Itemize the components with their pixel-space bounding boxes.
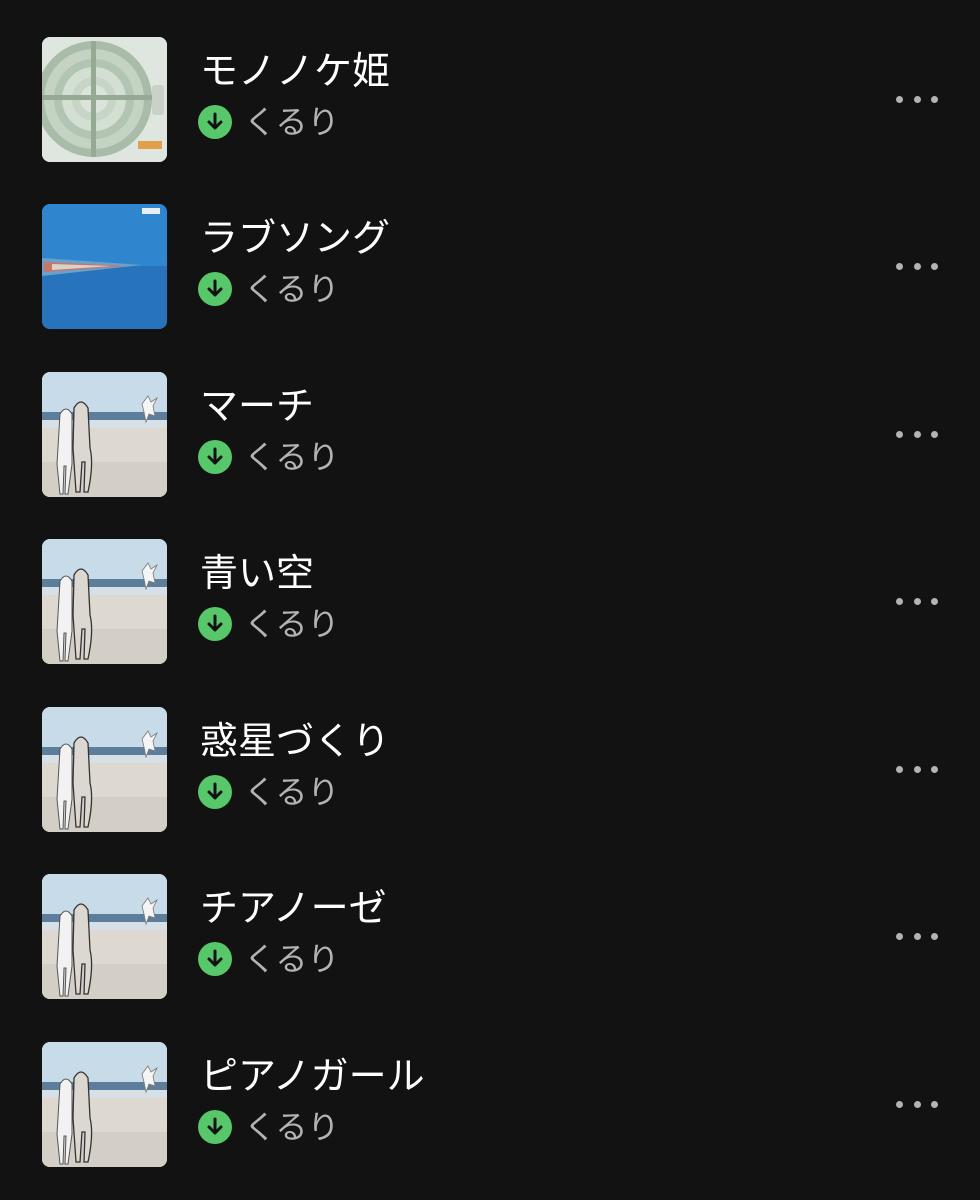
track-title: マーチ bbox=[200, 384, 315, 428]
download-arrow-icon bbox=[204, 613, 226, 635]
track-artist: くるり bbox=[244, 1108, 340, 1146]
more-options-icon[interactable] bbox=[896, 594, 938, 608]
fan-cover-image bbox=[42, 37, 167, 162]
dot bbox=[913, 765, 921, 773]
download-arrow-icon bbox=[204, 781, 226, 803]
album-cover bbox=[42, 874, 167, 999]
track-title: ピアノガール bbox=[200, 1054, 425, 1098]
downloaded-icon bbox=[198, 607, 232, 641]
artist-row: くるり bbox=[198, 937, 339, 981]
downloaded-icon bbox=[198, 1110, 232, 1144]
dot bbox=[896, 765, 903, 773]
track-title: モノノケ姫 bbox=[200, 49, 391, 93]
artist-row: くるり bbox=[198, 435, 339, 479]
blue-horizon-cover-image bbox=[42, 204, 167, 329]
beach-cover-image bbox=[42, 707, 167, 832]
track-artist: くるり bbox=[244, 773, 340, 811]
downloaded-icon bbox=[198, 942, 232, 976]
dot bbox=[896, 430, 903, 438]
dot bbox=[931, 262, 938, 270]
track-row[interactable]: モノノケ姫 くるり bbox=[0, 0, 980, 167]
track-artist: くるり bbox=[244, 438, 340, 476]
downloaded-icon bbox=[198, 440, 232, 474]
track-row[interactable]: ピアノガール くるり bbox=[0, 1005, 980, 1172]
dot bbox=[896, 95, 903, 103]
download-arrow-icon bbox=[204, 948, 226, 970]
dot bbox=[913, 1100, 921, 1108]
dot bbox=[913, 95, 921, 103]
download-arrow-icon bbox=[204, 1116, 226, 1138]
artist-row: くるり bbox=[198, 602, 339, 646]
dot bbox=[931, 765, 938, 773]
downloaded-icon bbox=[198, 775, 232, 809]
more-options-icon[interactable] bbox=[896, 427, 938, 441]
track-row[interactable]: チアノーゼ くるり bbox=[0, 837, 980, 1004]
dot bbox=[931, 430, 938, 438]
dot bbox=[931, 597, 938, 605]
track-artist: くるり bbox=[244, 940, 340, 978]
downloaded-icon bbox=[198, 105, 232, 139]
more-options-icon[interactable] bbox=[896, 929, 938, 943]
downloaded-icon bbox=[198, 272, 232, 306]
track-row[interactable]: 惑星づくり くるり bbox=[0, 670, 980, 837]
beach-cover-image bbox=[42, 539, 167, 664]
dot bbox=[896, 262, 903, 270]
artist-row: くるり bbox=[198, 770, 339, 814]
album-cover bbox=[42, 707, 167, 832]
track-list: モノノケ姫 くるり ラブソング くるり マーチ くるり 青い空 くるり 惑星づく… bbox=[0, 0, 980, 1200]
artist-row: くるり bbox=[198, 100, 339, 144]
more-options-icon[interactable] bbox=[896, 762, 938, 776]
beach-cover-image bbox=[42, 1042, 167, 1167]
more-options-icon[interactable] bbox=[896, 92, 938, 106]
download-arrow-icon bbox=[204, 278, 226, 300]
album-cover bbox=[42, 1042, 167, 1167]
track-artist: くるり bbox=[244, 605, 340, 643]
download-arrow-icon bbox=[204, 446, 226, 468]
more-options-icon[interactable] bbox=[896, 259, 938, 273]
dot bbox=[913, 262, 921, 270]
dot bbox=[896, 932, 903, 940]
album-cover bbox=[42, 372, 167, 497]
track-title: ラブソング bbox=[200, 216, 391, 260]
more-options-icon[interactable] bbox=[896, 1097, 938, 1111]
beach-cover-image bbox=[42, 372, 167, 497]
track-row[interactable]: マーチ くるり bbox=[0, 335, 980, 502]
track-title: 青い空 bbox=[200, 551, 315, 595]
track-row[interactable]: 青い空 くるり bbox=[0, 502, 980, 669]
album-cover bbox=[42, 539, 167, 664]
dot bbox=[913, 430, 921, 438]
artist-row: くるり bbox=[198, 1105, 339, 1149]
dot bbox=[931, 932, 938, 940]
dot bbox=[913, 597, 921, 605]
dot bbox=[896, 1100, 903, 1108]
album-cover bbox=[42, 37, 167, 162]
track-row[interactable]: ラブソング くるり bbox=[0, 167, 980, 334]
artist-row: くるり bbox=[198, 267, 339, 311]
dot bbox=[913, 932, 921, 940]
dot bbox=[931, 1100, 938, 1108]
album-cover bbox=[42, 204, 167, 329]
download-arrow-icon bbox=[204, 111, 226, 133]
track-title: チアノーゼ bbox=[200, 886, 387, 930]
track-artist: くるり bbox=[244, 103, 340, 141]
track-artist: くるり bbox=[244, 270, 340, 308]
track-title: 惑星づくり bbox=[200, 719, 391, 763]
beach-cover-image bbox=[42, 874, 167, 999]
dot bbox=[931, 95, 938, 103]
dot bbox=[896, 597, 903, 605]
